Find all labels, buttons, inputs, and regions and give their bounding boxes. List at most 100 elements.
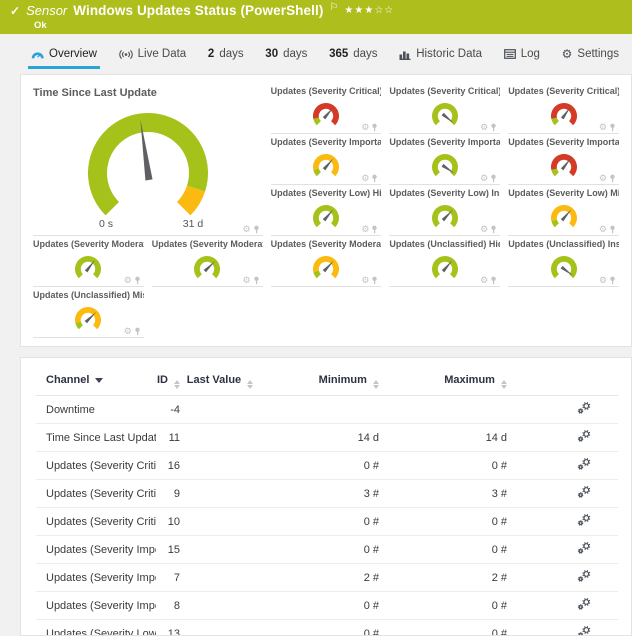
gauge-tile: Updates (Severity Important) ... ⚙	[508, 135, 619, 185]
pin-icon[interactable]	[490, 276, 497, 285]
pin-icon[interactable]	[371, 174, 378, 183]
pin-icon[interactable]	[490, 225, 497, 234]
gauge-tile: Updates (Severity Low) Hidden⚙	[271, 186, 382, 236]
channel-settings-icon[interactable]	[577, 513, 592, 530]
maximum-cell: 0 #	[381, 620, 509, 636]
channel-name-cell: Updates (Severity Critic...	[36, 452, 156, 480]
table-header-row: Channel ID Last Value Minimum Maximum	[36, 358, 618, 396]
gauge-title: Updates (Severity Important) ...	[389, 135, 500, 147]
gauge-settings-icon[interactable]: ⚙	[243, 276, 251, 285]
column-header-minimum[interactable]: Minimum	[256, 358, 381, 396]
channel-settings-icon[interactable]	[577, 401, 592, 418]
channel-settings-icon[interactable]	[577, 625, 592, 636]
tab-historic-data[interactable]: Historic Data	[396, 42, 485, 69]
actions-cell	[509, 564, 618, 592]
maximum-cell: 0 #	[381, 508, 509, 536]
pin-icon[interactable]	[490, 174, 497, 183]
column-header-maximum[interactable]: Maximum	[381, 358, 509, 396]
stars-empty[interactable]: ☆☆	[374, 5, 394, 16]
gauge-settings-icon[interactable]: ⚙	[480, 174, 488, 183]
tab-overview[interactable]: Overview	[28, 42, 100, 69]
last-value-cell	[184, 536, 256, 564]
pin-icon[interactable]	[609, 276, 616, 285]
table-row: Updates (Severity Impo...80 #0 #	[36, 592, 618, 620]
pin-icon[interactable]	[490, 123, 497, 132]
pin-icon[interactable]	[253, 225, 260, 234]
channel-id-cell: 9	[156, 480, 184, 508]
pin-icon[interactable]	[371, 225, 378, 234]
minimum-cell: 0 #	[256, 620, 381, 636]
tab-settings[interactable]: ⚙Settings	[559, 42, 622, 69]
channel-settings-icon[interactable]	[577, 541, 592, 558]
pin-icon[interactable]	[609, 174, 616, 183]
actions-cell	[509, 396, 618, 424]
tab-log[interactable]: Log	[501, 42, 543, 69]
channel-settings-icon[interactable]	[577, 429, 592, 446]
column-header-last-value[interactable]: Last Value	[184, 358, 256, 396]
actions-cell	[509, 508, 618, 536]
channel-settings-icon[interactable]	[577, 597, 592, 614]
gauge-settings-icon[interactable]: ⚙	[599, 123, 607, 132]
pin-icon[interactable]	[134, 276, 141, 285]
pin-icon[interactable]	[609, 123, 616, 132]
minimum-cell: 0 #	[256, 536, 381, 564]
column-header-channel[interactable]: Channel	[36, 358, 156, 396]
channel-settings-icon[interactable]	[577, 569, 592, 586]
priority-stars[interactable]: ★★★☆☆	[344, 3, 394, 19]
maximum-cell: 3 #	[381, 480, 509, 508]
gauge-tile: Updates (Severity Critical) Mi...⚙	[508, 84, 619, 134]
gauge-tile: Updates (Severity Moderate) ...⚙	[33, 237, 144, 287]
table-row: Updates (Severity Impo...150 #0 #	[36, 536, 618, 564]
gauge-settings-icon[interactable]: ⚙	[243, 225, 251, 234]
maximum-cell	[381, 396, 509, 424]
gauge-title: Updates (Unclassified) Install...	[508, 237, 619, 249]
channel-settings-icon[interactable]	[577, 457, 592, 474]
tab-days-365[interactable]: 365days	[326, 42, 380, 69]
gauge-tile: Updates (Severity Important) ... ⚙	[271, 135, 382, 185]
gauge-settings-icon[interactable]: ⚙	[599, 276, 607, 285]
gauge-settings-icon[interactable]: ⚙	[599, 225, 607, 234]
gauge-tile: Updates (Unclassified) Install... ⚙	[508, 237, 619, 287]
stars-filled[interactable]: ★★★	[344, 5, 374, 16]
gauge-settings-icon[interactable]: ⚙	[124, 276, 132, 285]
pin-icon[interactable]	[253, 276, 260, 285]
gauge-settings-icon[interactable]: ⚙	[361, 225, 369, 234]
pin-icon[interactable]	[609, 225, 616, 234]
channel-settings-icon[interactable]	[577, 485, 592, 502]
gauge-title: Updates (Severity Important) ...	[508, 135, 619, 147]
table-row: Updates (Severity Critic...93 #3 #	[36, 480, 618, 508]
gauge-title: Updates (Severity Moderate) I...	[152, 237, 263, 249]
tab-days-2[interactable]: 2days	[205, 42, 247, 69]
gauge-tile: Updates (Unclassified) Hidden⚙	[389, 237, 500, 287]
gauge-settings-icon[interactable]: ⚙	[480, 276, 488, 285]
tab-days-30[interactable]: 30days	[262, 42, 310, 69]
gauge-settings-icon[interactable]: ⚙	[361, 174, 369, 183]
channel-id-cell: 10	[156, 508, 184, 536]
channels-table: Channel ID Last Value Minimum Maximum Do…	[36, 358, 618, 636]
gauge-settings-icon[interactable]: ⚙	[361, 123, 369, 132]
minimum-cell: 0 #	[256, 452, 381, 480]
sort-icon	[174, 380, 180, 389]
pin-icon[interactable]	[371, 123, 378, 132]
gauge-settings-icon[interactable]: ⚙	[599, 174, 607, 183]
actions-cell	[509, 480, 618, 508]
last-value-cell	[184, 592, 256, 620]
time-since-last-update-gauge: 0 s31 d	[33, 99, 263, 231]
channel-name-cell: Updates (Severity Low) ...	[36, 620, 156, 636]
gauge-tile: Updates (Unclassified) Missing⚙	[33, 288, 144, 338]
gauge-settings-icon[interactable]: ⚙	[124, 327, 132, 336]
column-header-id[interactable]: ID	[156, 358, 184, 396]
last-value-cell	[184, 564, 256, 592]
channel-name-cell: Updates (Severity Impo...	[36, 592, 156, 620]
tab-live-data[interactable]: Live Data	[116, 42, 190, 69]
gauge-title: Updates (Severity Important) ...	[271, 135, 382, 147]
gauge-settings-icon[interactable]: ⚙	[480, 123, 488, 132]
gauge-settings-icon[interactable]: ⚙	[361, 276, 369, 285]
flag-icon[interactable]: ⚐	[329, 0, 338, 16]
table-row: Updates (Severity Low) ...130 #0 #	[36, 620, 618, 636]
status-text: Ok	[34, 20, 47, 31]
actions-cell	[509, 536, 618, 564]
pin-icon[interactable]	[371, 276, 378, 285]
pin-icon[interactable]	[134, 327, 141, 336]
gauge-settings-icon[interactable]: ⚙	[480, 225, 488, 234]
